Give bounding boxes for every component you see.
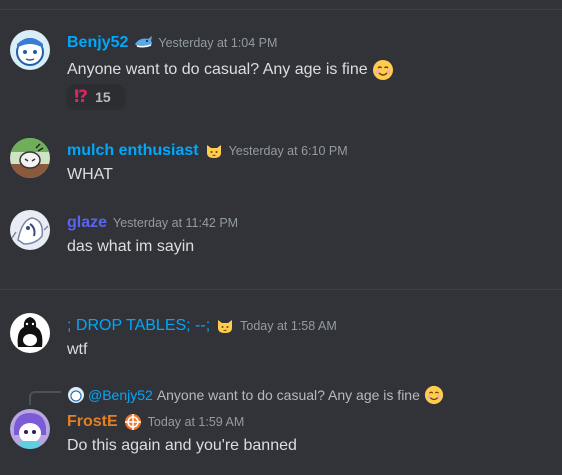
blue-shark-icon — [134, 34, 153, 52]
exclamation-question-icon: ⁉ — [74, 87, 88, 106]
avatar[interactable] — [10, 210, 50, 250]
timestamp[interactable]: Yesterday at 1:04 PM — [158, 36, 277, 50]
reply-author[interactable]: @Benjy52 — [88, 387, 153, 403]
timestamp[interactable]: Yesterday at 11:42 PM — [113, 216, 238, 230]
message-text: Anyone want to do casual? Any age is fin… — [67, 61, 368, 78]
smiling-face-icon — [424, 385, 444, 405]
author-name[interactable]: Benjy52 — [67, 34, 128, 52]
timestamp[interactable]: Yesterday at 6:10 PM — [229, 144, 348, 158]
top-divider — [0, 9, 562, 10]
reaction-button[interactable]: ⁉ 15 — [67, 84, 125, 110]
reaction-count: 15 — [95, 89, 111, 105]
crosshair-icon — [124, 413, 142, 431]
message-text: Do this again and you're banned — [67, 437, 297, 454]
author-name[interactable]: mulch enthusiast — [67, 142, 199, 160]
author-name[interactable]: ; DROP TABLES; --; — [67, 317, 210, 335]
date-divider — [0, 289, 562, 290]
avatar[interactable] — [10, 313, 50, 353]
smiling-face-icon — [372, 59, 394, 81]
message-text: das what im sayin — [67, 238, 195, 255]
timestamp[interactable]: Today at 1:58 AM — [240, 319, 337, 333]
cat-face-icon — [205, 142, 223, 160]
cat-face-icon — [216, 317, 234, 335]
author-name[interactable]: glaze — [67, 214, 107, 232]
avatar[interactable] — [10, 138, 50, 178]
reply-connector — [29, 391, 61, 405]
message-text: wtf — [67, 341, 88, 358]
reply-text[interactable]: Anyone want to do casual? Any age is fin… — [157, 387, 420, 403]
avatar[interactable] — [10, 409, 50, 449]
author-name[interactable]: FrostE — [67, 413, 118, 431]
reply-avatar — [68, 387, 84, 403]
message-text: WHAT — [67, 166, 113, 183]
timestamp[interactable]: Today at 1:59 AM — [148, 415, 245, 429]
avatar[interactable] — [10, 30, 50, 70]
reply-reference[interactable]: @Benjy52 Anyone want to do casual? Any a… — [68, 385, 444, 405]
